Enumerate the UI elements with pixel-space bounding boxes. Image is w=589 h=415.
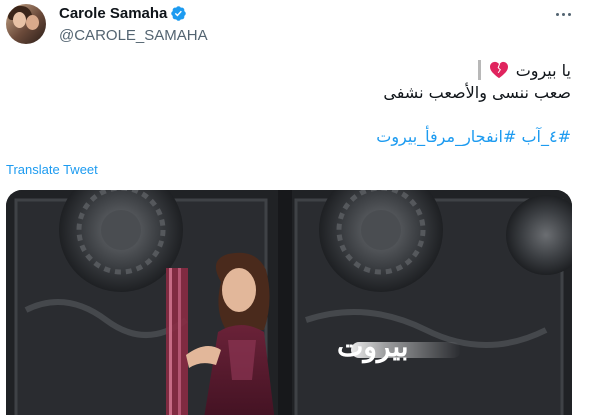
tweet-text: يا بيروت صعب ننسى والأصعب نشفى #٤_آب #ان… [31,60,571,148]
tweet: Carole Samaha @CAROLE_SAMAHA يا بيروت صع… [0,0,589,415]
author-display-name-text: Carole Samaha [59,5,168,22]
translate-tweet-link[interactable]: Translate Tweet [6,162,98,178]
verified-badge-icon [171,6,187,21]
avatar-face [26,15,39,30]
tweet-line-1: يا بيروت [31,60,571,82]
media-scene [6,190,572,415]
more-options-icon[interactable] [550,4,576,24]
tweet-media-image[interactable]: بيروت [6,190,572,415]
tweet-line-2: صعب ننسى والأصعب نشفى [383,83,571,102]
more-dot [567,12,571,16]
broken-heart-icon [489,61,508,79]
tweet-spacer [31,104,571,126]
author-names: Carole Samaha @CAROLE_SAMAHA [59,4,208,45]
media-caption: بيروت [337,330,409,363]
more-dot [555,12,559,16]
avatar-face [13,12,26,28]
author-display-name[interactable]: Carole Samaha [59,4,187,23]
text-separator [477,60,481,80]
tweet-line-1-text: يا بيروت [515,61,571,80]
avatar[interactable] [6,4,46,44]
tweet-hashtags[interactable]: #٤_آب #انفجار_مرفأ_بيروت [31,126,571,148]
author-handle[interactable]: @CAROLE_SAMAHA [59,26,208,45]
more-dot [561,12,565,16]
